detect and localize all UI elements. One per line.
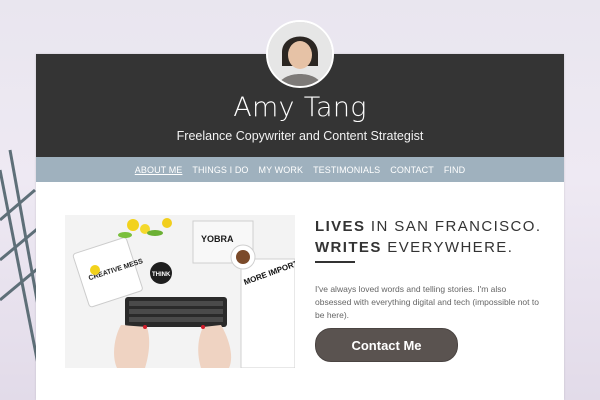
profile-tagline: Freelance Copywriter and Content Strateg… [176,129,424,143]
headline-line2-rest: EVERYWHERE. [381,239,514,256]
headline-line1-rest: IN SAN FRANCISCO. [365,218,542,235]
print-text-yobra: YOBRA [201,234,234,244]
avatar [266,20,334,88]
nav-testimonials[interactable]: TESTIMONIALS [313,165,380,175]
profile-header: Amy Tang Freelance Copywriter and Conten… [36,20,564,157]
nav-find[interactable]: FIND [444,165,465,175]
nav-contact[interactable]: CONTACT [390,165,434,175]
headline-line1-bold: LIVES [315,218,366,235]
nav-about-me[interactable]: ABOUT ME [135,165,183,175]
print-text-think: THINK [152,272,171,278]
avatar-photo [268,22,332,86]
headline-line2-bold: WRITES [315,239,382,256]
workspace-illustration: YOBRA MORE IMPORTANT THAN CREATIVE MESS … [65,215,295,368]
contact-me-button[interactable]: Contact Me [315,328,458,362]
nav-things-i-do[interactable]: THINGS I DO [192,165,248,175]
intro-headline: LIVES IN SAN FRANCISCO. WRITES EVERYWHER… [315,216,555,258]
nav-my-work[interactable]: MY WORK [259,165,304,175]
workspace-photo: YOBRA MORE IMPORTANT THAN CREATIVE MESS … [65,215,295,368]
main-nav: ABOUT ME THINGS I DO MY WORK TESTIMONIAL… [36,157,564,182]
headline-divider [315,261,355,263]
profile-name: Amy Tang [233,92,367,123]
bio-text: I've always loved words and telling stor… [315,283,539,320]
profile-card: Amy Tang Freelance Copywriter and Conten… [36,20,564,400]
